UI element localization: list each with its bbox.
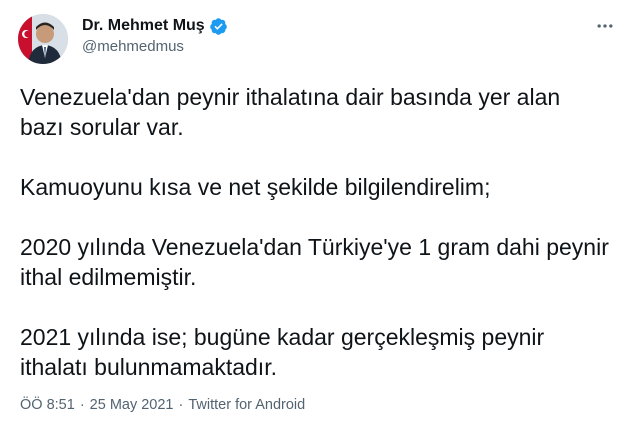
tweet-text: Venezuela'dan peynir ithalatına dair bas… <box>20 82 610 382</box>
author-display-name[interactable]: Dr. Mehmet Muş <box>82 17 205 35</box>
tweet-paragraph: 2021 yılında ise; bugüne kadar gerçekleş… <box>20 324 545 380</box>
tweet-paragraph: Kamuoyunu kısa ve net şekilde bilgilendi… <box>20 174 491 200</box>
tweet-time[interactable]: ÖÖ 8:51 <box>20 397 75 413</box>
tweet-card: Dr. Mehmet Muş @mehmedmus Venezuela'dan … <box>0 0 635 426</box>
meta-separator: · <box>178 397 184 413</box>
tweet-date[interactable]: 25 May 2021 <box>90 397 174 413</box>
author-handle[interactable]: @mehmedmus <box>82 38 184 55</box>
author-name-row[interactable]: Dr. Mehmet Muş <box>82 15 228 37</box>
avatar[interactable] <box>18 14 68 64</box>
tweet-metadata: ÖÖ 8:51 · 25 May 2021 · Twitter for Andr… <box>20 397 305 413</box>
tweet-source[interactable]: Twitter for Android <box>188 397 305 413</box>
more-options-icon[interactable] <box>593 14 617 38</box>
avatar-image <box>18 14 68 64</box>
tweet-paragraph: 2020 yılında Venezuela'dan Türkiye'ye 1 … <box>20 234 609 290</box>
tweet-paragraph: Venezuela'dan peynir ithalatına dair bas… <box>20 84 561 140</box>
verified-badge-icon <box>209 17 228 36</box>
meta-separator: · <box>79 397 85 413</box>
